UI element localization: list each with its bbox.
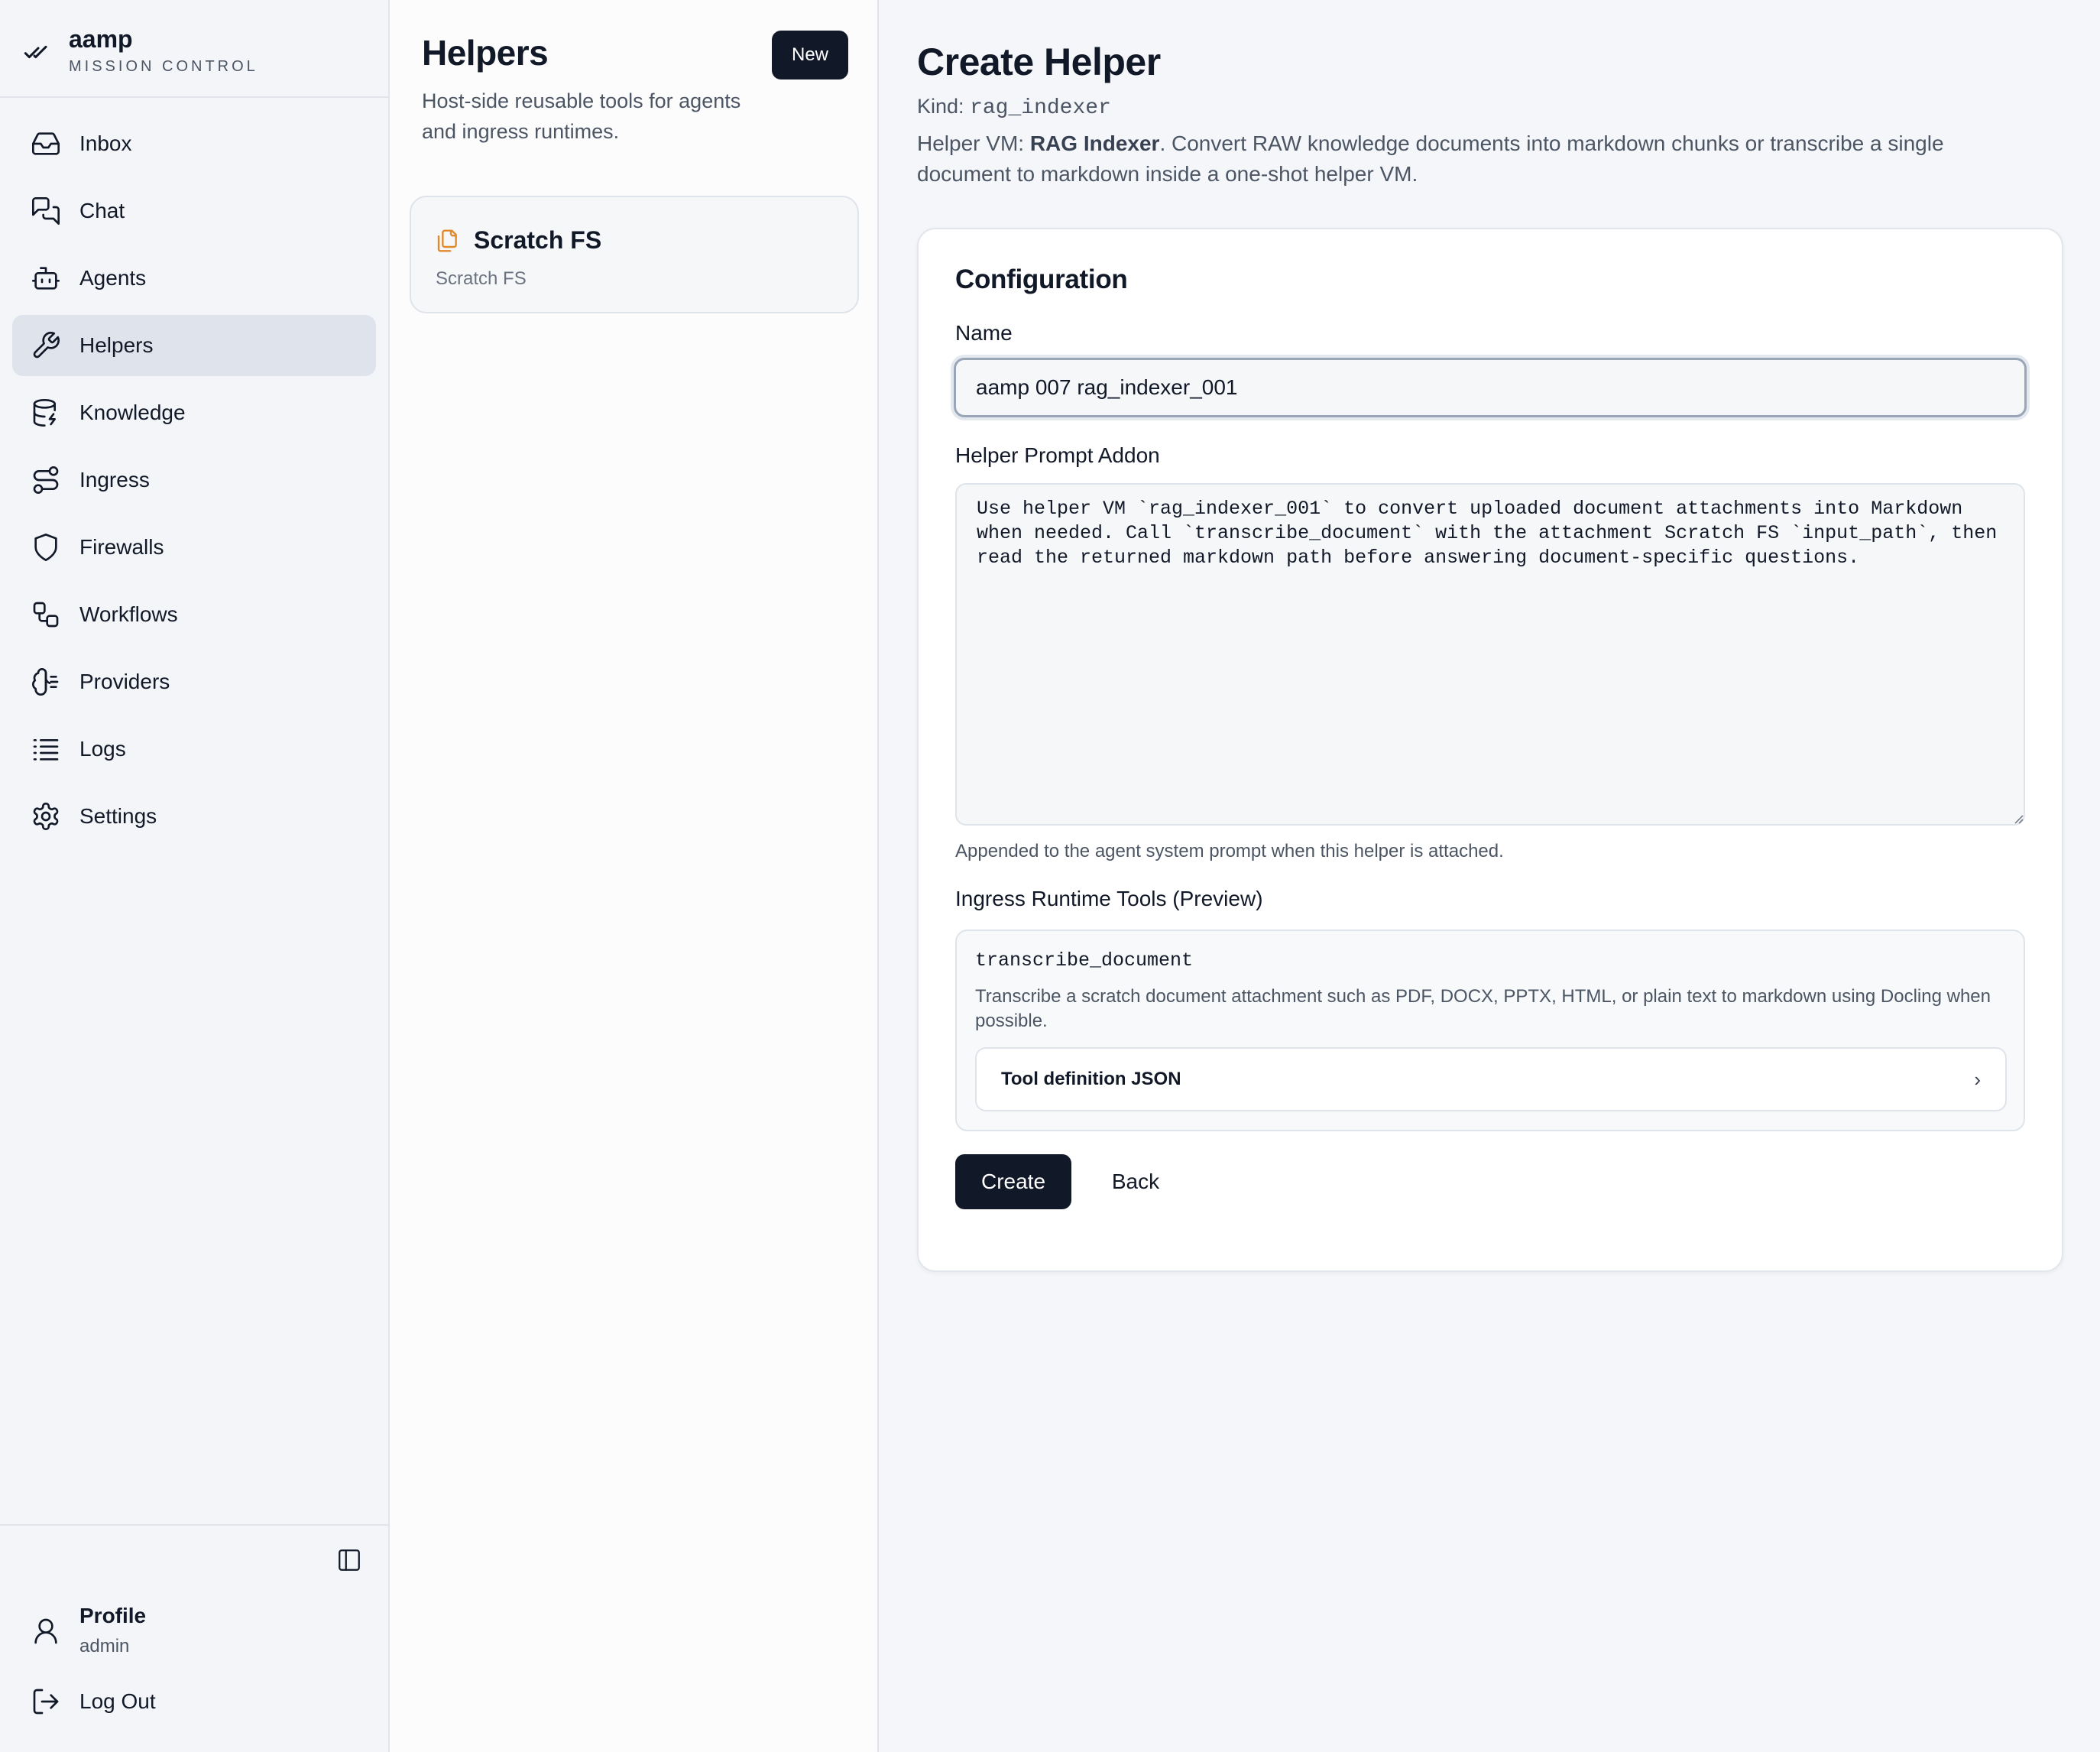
double-check-icon (23, 37, 53, 67)
helper-card-scratch-fs[interactable]: Scratch FS Scratch FS (410, 196, 859, 313)
sidebar-item-label: Workflows (79, 602, 178, 626)
inbox-icon (31, 128, 61, 159)
brand-subtitle: MISSION CONTROL (69, 58, 258, 75)
prompt-addon-label: Helper Prompt Addon (955, 443, 1160, 467)
sidebar-item-ingress[interactable]: Ingress (12, 449, 376, 511)
route-icon (31, 465, 61, 495)
helpers-description: Host-side reusable tools for agents and … (422, 89, 741, 143)
sidebar-footer: Profile admin Log Out (0, 1524, 388, 1715)
configuration-card: Configuration Name Helper Prompt Addon U… (917, 228, 2063, 1272)
logout-label: Log Out (79, 1689, 156, 1713)
sidebar-item-label: Agents (79, 266, 147, 290)
profile-role: admin (79, 1636, 130, 1656)
brand-name: aamp (69, 25, 133, 53)
sidebar-item-label: Inbox (79, 131, 132, 155)
name-label: Name (955, 321, 1013, 345)
chat-icon (31, 196, 61, 226)
sidebar-item-firewalls[interactable]: Firewalls (12, 517, 376, 578)
sidebar-item-helpers[interactable]: Helpers (12, 315, 376, 376)
bot-icon (31, 263, 61, 294)
sidebar-item-label: Settings (79, 804, 157, 828)
ingress-tools-preview: transcribe_document Transcribe a scratch… (955, 930, 2025, 1131)
profile-link[interactable]: Profile admin (31, 1604, 146, 1657)
configuration-title: Configuration (955, 264, 1128, 294)
sidebar-item-label: Chat (79, 199, 125, 222)
sidebar-item-chat[interactable]: Chat (12, 180, 376, 242)
sidebar-item-logs[interactable]: Logs (12, 719, 376, 780)
sidebar-collapse-icon[interactable] (336, 1547, 362, 1573)
workflow-icon (31, 599, 61, 630)
brain-icon (31, 667, 61, 697)
gear-icon (31, 801, 61, 832)
list-icon (31, 734, 61, 764)
tool-definition-json-toggle[interactable]: Tool definition JSON › (975, 1047, 2007, 1111)
database-icon (31, 397, 61, 428)
shield-icon (31, 532, 61, 563)
tool-name: transcribe_document (975, 949, 1194, 972)
helper-vm-description: Helper VM: RAG Indexer. Convert RAW know… (917, 128, 2002, 190)
page-title: Create Helper (917, 41, 1161, 83)
sidebar-item-settings[interactable]: Settings (12, 786, 376, 847)
vm-name: RAG Indexer (1029, 131, 1160, 155)
sidebar-item-label: Ingress (79, 468, 150, 492)
sidebar-item-label: Knowledge (79, 401, 186, 424)
sidebar-item-label: Providers (79, 670, 170, 693)
user-icon (31, 1616, 61, 1647)
brand: aamp MISSION CONTROL (0, 0, 388, 98)
kind-prefix: Kind: (917, 95, 964, 118)
new-helper-button[interactable]: New (772, 31, 848, 79)
chevron-right-icon: › (1974, 1067, 1981, 1091)
app-root: aamp MISSION CONTROL Inbox Chat Agents H… (0, 0, 2100, 1752)
sidebar-nav: Inbox Chat Agents Helpers Knowledge Ingr… (0, 98, 388, 853)
sidebar-item-agents[interactable]: Agents (12, 248, 376, 309)
sidebar-item-workflows[interactable]: Workflows (12, 584, 376, 645)
profile-name: Profile (79, 1604, 147, 1627)
kind-line: Kind: rag_indexer (917, 95, 1111, 120)
log-out-icon (31, 1686, 61, 1717)
name-input[interactable] (954, 358, 2027, 417)
ingress-tools-label: Ingress Runtime Tools (Preview) (955, 887, 1263, 910)
helper-card-subtitle: Scratch FS (436, 268, 527, 289)
sidebar-item-label: Helpers (79, 333, 154, 357)
sidebar-item-providers[interactable]: Providers (12, 651, 376, 712)
wrench-icon (31, 330, 61, 361)
logout-button[interactable]: Log Out (31, 1686, 156, 1717)
main-content: Create Helper Kind: rag_indexer Helper V… (879, 0, 2100, 1752)
prompt-addon-help: Appended to the agent system prompt when… (955, 841, 1504, 861)
helper-card-title: Scratch FS (474, 226, 602, 254)
sidebar: aamp MISSION CONTROL Inbox Chat Agents H… (0, 0, 390, 1752)
sidebar-item-label: Firewalls (79, 535, 164, 559)
create-button[interactable]: Create (955, 1154, 1071, 1209)
tool-definition-label: Tool definition JSON (1001, 1069, 1181, 1089)
kind-value: rag_indexer (970, 96, 1111, 120)
files-icon (436, 229, 460, 253)
prompt-addon-textarea[interactable]: Use helper VM `rag_indexer_001` to conve… (955, 483, 2025, 826)
helpers-title: Helpers (422, 33, 549, 73)
sidebar-item-label: Logs (79, 737, 126, 761)
tool-description: Transcribe a scratch document attachment… (975, 986, 1991, 1031)
back-button[interactable]: Back (1093, 1154, 1178, 1209)
helpers-panel: Helpers New Host-side reusable tools for… (390, 0, 879, 1752)
resize-handle-icon[interactable] (2011, 812, 2024, 824)
sidebar-item-inbox[interactable]: Inbox (12, 113, 376, 174)
sidebar-item-knowledge[interactable]: Knowledge (12, 382, 376, 443)
vm-prefix: Helper VM: (917, 131, 1025, 155)
